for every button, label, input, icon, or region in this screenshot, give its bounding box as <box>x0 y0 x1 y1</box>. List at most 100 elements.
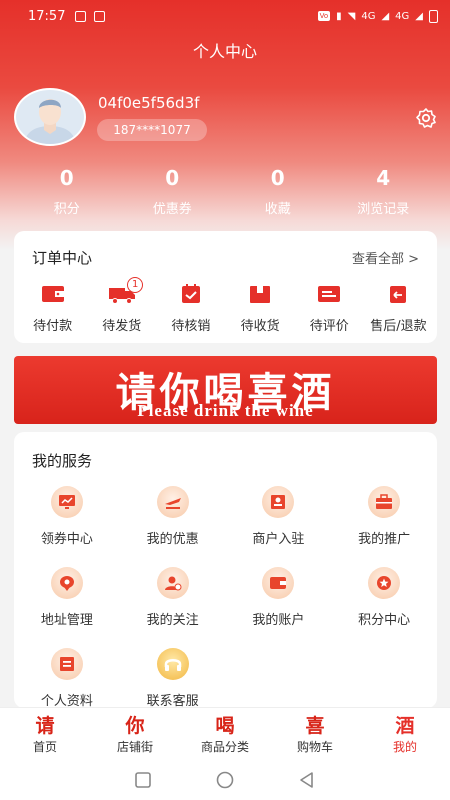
service-label: 我的推广 <box>358 532 411 547</box>
gear-icon[interactable] <box>414 106 438 130</box>
order-label: 待付款 <box>33 319 73 334</box>
service-coupon-center[interactable]: 领券中心 <box>14 486 120 547</box>
battery-icon <box>429 9 438 23</box>
return-icon <box>384 283 412 305</box>
stat-value: 4 <box>376 166 391 190</box>
tab-label: 店铺街 <box>116 740 153 754</box>
id-card-icon <box>262 486 295 518</box>
service-label: 我的关注 <box>146 613 199 628</box>
order-pending-payment[interactable]: 待付款 <box>18 283 87 334</box>
wifi-icon: ◥ <box>347 10 356 22</box>
plane-icon <box>156 486 189 518</box>
phone-number: 187****1077 <box>97 119 207 141</box>
service-label: 领券中心 <box>40 532 93 547</box>
order-center-card: 订单中心 查看全部 > 待付款 1 待发货 待核销 待收货 待评价 售后/退款 <box>14 231 437 343</box>
profile-card-icon <box>50 648 83 680</box>
username: 04f0e5f56d3f <box>98 94 200 112</box>
service-label: 积分中心 <box>358 613 411 628</box>
order-pending-receipt[interactable]: 待收货 <box>226 283 295 334</box>
service-following[interactable]: 我的关注 <box>120 567 226 628</box>
service-my-promotion[interactable]: 我的推广 <box>331 486 437 547</box>
volte-icon: Vo <box>317 11 331 21</box>
recent-apps-icon[interactable] <box>134 771 152 789</box>
home-circle-icon[interactable] <box>216 771 234 789</box>
order-label: 待评价 <box>309 319 349 334</box>
box-icon <box>246 283 274 305</box>
status-bar: 17:57 Vo ▮ ◥ 4G ◢ 4G ◢ <box>0 0 450 32</box>
avatar-person-icon <box>16 90 84 144</box>
stat-label: 浏览记录 <box>357 202 410 217</box>
tab-categories[interactable]: 喝 商品分类 <box>180 708 270 760</box>
vibrate-icon: ▮ <box>336 10 342 22</box>
image-icon <box>94 10 106 22</box>
wallet-icon <box>39 283 67 305</box>
order-badge: 1 <box>127 277 144 293</box>
service-my-discounts[interactable]: 我的优惠 <box>120 486 226 547</box>
stat-favorites[interactable]: 0 收藏 <box>225 166 331 217</box>
order-label: 待核销 <box>171 319 211 334</box>
see-all-link[interactable]: 查看全部 > <box>352 248 419 267</box>
service-profile[interactable]: 个人资料 <box>14 648 120 709</box>
signal-icon: ◢ <box>381 10 390 22</box>
service-label: 地址管理 <box>40 613 93 628</box>
order-label: 待收货 <box>240 319 280 334</box>
order-pending-shipment[interactable]: 1 待发货 <box>87 277 156 334</box>
tab-home[interactable]: 请 首页 <box>0 708 90 760</box>
service-address[interactable]: 地址管理 <box>14 567 120 628</box>
location-icon <box>50 567 83 599</box>
bottom-tab-bar: 请 首页 你 店铺街 喝 商品分类 喜 购物车 酒 我的 <box>0 707 450 760</box>
stat-value: 0 <box>59 166 74 190</box>
stat-value: 0 <box>165 166 180 190</box>
user-check-icon <box>156 567 189 599</box>
banner-subtitle: Please drink the wine <box>137 401 314 420</box>
tab-cart-icon: 喜 <box>305 715 325 737</box>
stat-label: 积分 <box>53 202 80 217</box>
notification-icon <box>75 10 87 22</box>
system-navigation-bar <box>0 760 450 800</box>
services-title: 我的服务 <box>32 452 93 470</box>
order-pending-verify[interactable]: 待核销 <box>156 283 225 334</box>
wallet-icon <box>262 567 295 599</box>
order-center-title: 订单中心 <box>32 249 93 267</box>
tab-label: 我的 <box>392 740 417 754</box>
order-label: 待发货 <box>102 319 142 334</box>
service-label: 商户入驻 <box>252 532 305 547</box>
stat-points[interactable]: 0 积分 <box>14 166 120 217</box>
tab-mine[interactable]: 酒 我的 <box>360 708 450 760</box>
stat-label: 收藏 <box>264 202 291 217</box>
service-label: 我的账户 <box>252 613 305 628</box>
tab-categories-icon: 喝 <box>215 715 235 737</box>
tab-label: 商品分类 <box>200 740 249 754</box>
signal-icon-2: ◢ <box>415 10 423 22</box>
stat-history[interactable]: 4 浏览记录 <box>331 166 437 217</box>
message-icon <box>315 283 343 305</box>
back-triangle-icon[interactable] <box>298 771 316 789</box>
tab-shop-street[interactable]: 你 店铺街 <box>90 708 180 760</box>
promo-banner[interactable]: 请你喝喜酒 Please drink the wine <box>14 356 437 424</box>
headset-icon <box>156 648 189 680</box>
avatar[interactable] <box>14 88 86 146</box>
page-title: 个人中心 <box>192 42 257 61</box>
tab-cart[interactable]: 喜 购物车 <box>270 708 360 760</box>
network-label-2: 4G <box>395 10 410 22</box>
stat-label: 优惠券 <box>152 202 192 217</box>
service-label: 我的优惠 <box>146 532 199 547</box>
status-time: 17:57 <box>28 8 66 24</box>
medal-icon <box>368 567 401 599</box>
service-customer-support[interactable]: 联系客服 <box>120 648 226 709</box>
order-after-sale[interactable]: 售后/退款 <box>364 283 433 334</box>
services-card: 我的服务 领券中心 我的优惠 商户入驻 我的推广 地址管理 我的关注 我的账户 <box>14 432 437 709</box>
briefcase-icon <box>368 486 401 518</box>
service-points-center[interactable]: 积分中心 <box>331 567 437 628</box>
tab-label: 首页 <box>32 740 57 754</box>
tab-mine-icon: 酒 <box>395 715 415 737</box>
network-label-1: 4G <box>361 10 376 22</box>
stats-row: 0 积分 0 优惠券 0 收藏 4 浏览记录 <box>14 166 436 217</box>
tab-shop-street-icon: 你 <box>125 715 145 737</box>
order-pending-review[interactable]: 待评价 <box>295 283 364 334</box>
service-my-account[interactable]: 我的账户 <box>226 567 332 628</box>
tab-label: 购物车 <box>296 740 333 754</box>
stat-coupons[interactable]: 0 优惠券 <box>120 166 226 217</box>
service-merchant-join[interactable]: 商户入驻 <box>226 486 332 547</box>
tab-home-icon: 请 <box>35 715 55 737</box>
